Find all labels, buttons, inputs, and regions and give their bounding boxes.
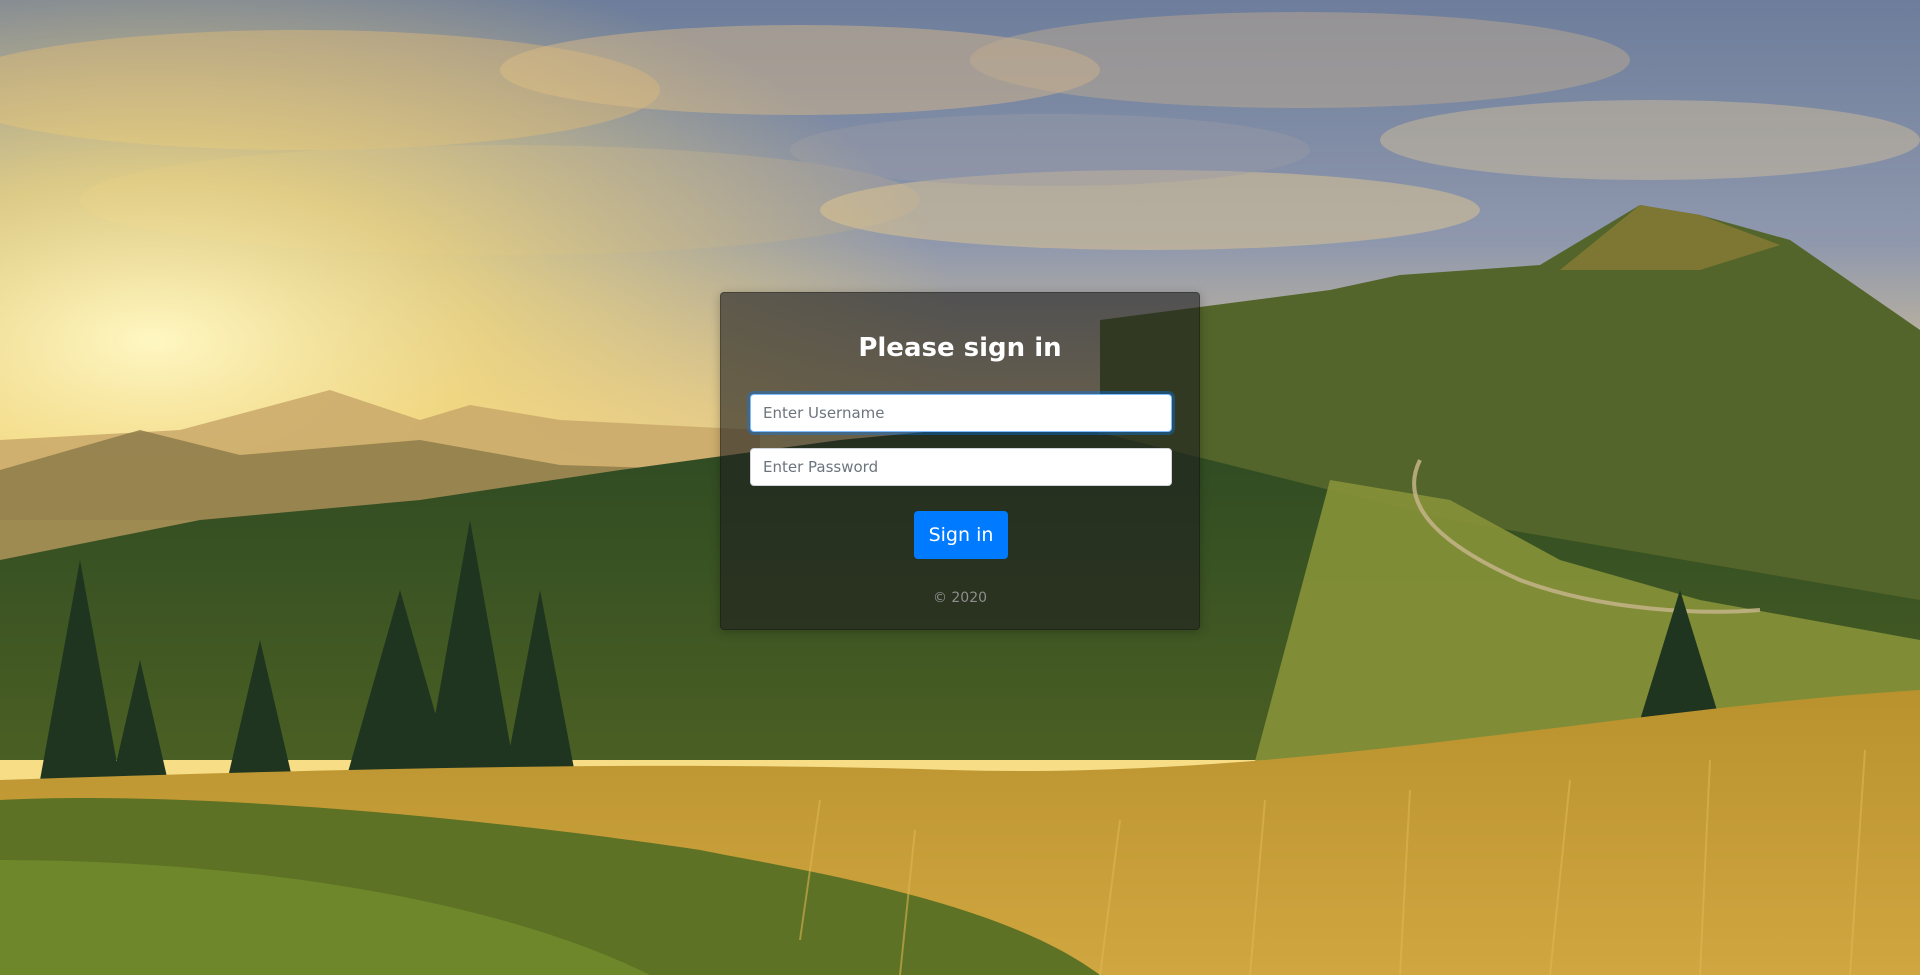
signin-button[interactable]: Sign in	[914, 511, 1008, 559]
copyright-text: © 2020	[932, 590, 988, 606]
username-input[interactable]	[750, 394, 1172, 432]
signin-card: Please sign in Sign in © 2020	[720, 292, 1200, 630]
password-input[interactable]	[750, 448, 1172, 486]
signin-title: Please sign in	[858, 333, 1062, 363]
